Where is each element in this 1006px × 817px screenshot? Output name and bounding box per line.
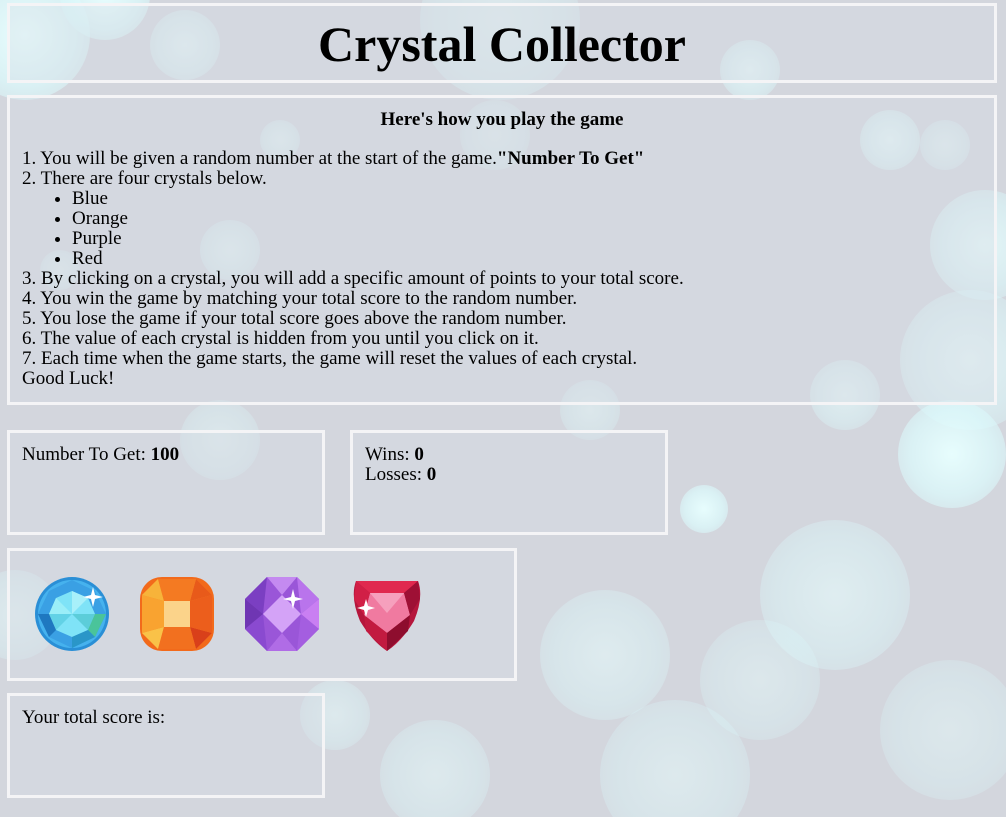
rule-step-1-text: 1. You will be given a random number at …: [22, 148, 497, 169]
scoreboard-panel: Wins: 0 Losses: 0: [350, 430, 668, 535]
rule-step-5: 5. You lose the game if your total score…: [22, 308, 567, 329]
target-number-value: 100: [150, 444, 180, 465]
crystals-panel: [7, 548, 517, 681]
losses-count: 0: [426, 464, 437, 485]
purple-crystal-icon: [245, 577, 319, 651]
crystal-list-item-orange: Orange: [72, 209, 982, 229]
losses-row: Losses: 0: [365, 465, 653, 485]
crystal-list-item-purple: Purple: [72, 229, 982, 249]
rule-step-2: 2. There are four crystals below.: [22, 168, 267, 189]
good-luck-text: Good Luck!: [22, 368, 115, 389]
wins-label: Wins:: [365, 444, 415, 465]
total-score-panel: Your total score is:: [7, 693, 325, 798]
target-number-panel: Number To Get: 100: [7, 430, 325, 535]
wins-row: Wins: 0: [365, 445, 653, 465]
purple-crystal-button[interactable]: [243, 575, 321, 653]
rule-step-3: 3. By clicking on a crystal, you will ad…: [22, 268, 684, 289]
target-number-label: Number To Get:: [22, 444, 151, 465]
rule-step-1-emphasis: "Number To Get": [496, 148, 645, 169]
instructions-panel: Here's how you play the game 1. You will…: [7, 95, 997, 405]
crystal-color-list: Blue Orange Purple Red: [22, 189, 982, 269]
crystal-list-item-blue: Blue: [72, 189, 982, 209]
rule-step-7: 7. Each time when the game starts, the g…: [22, 348, 638, 369]
orange-crystal-button[interactable]: [138, 575, 216, 653]
red-crystal-icon: [353, 581, 421, 651]
rule-step-6: 6. The value of each crystal is hidden f…: [22, 328, 539, 349]
page-title: Crystal Collector: [318, 16, 686, 72]
total-score-label: Your total score is:: [22, 707, 166, 728]
orange-crystal-icon: [140, 577, 214, 651]
blue-crystal-icon: [35, 577, 109, 651]
crystal-list-item-red: Red: [72, 249, 982, 269]
rule-step-4: 4. You win the game by matching your tot…: [22, 288, 578, 309]
red-crystal-button[interactable]: [348, 575, 426, 653]
blue-crystal-button[interactable]: [33, 575, 111, 653]
wins-count: 0: [414, 444, 424, 465]
rule-step-1: 1. You will be given a random number at …: [22, 149, 982, 169]
losses-label: Losses:: [365, 464, 427, 485]
instructions-heading: Here's how you play the game: [380, 109, 624, 130]
title-panel: Crystal Collector: [7, 3, 997, 83]
